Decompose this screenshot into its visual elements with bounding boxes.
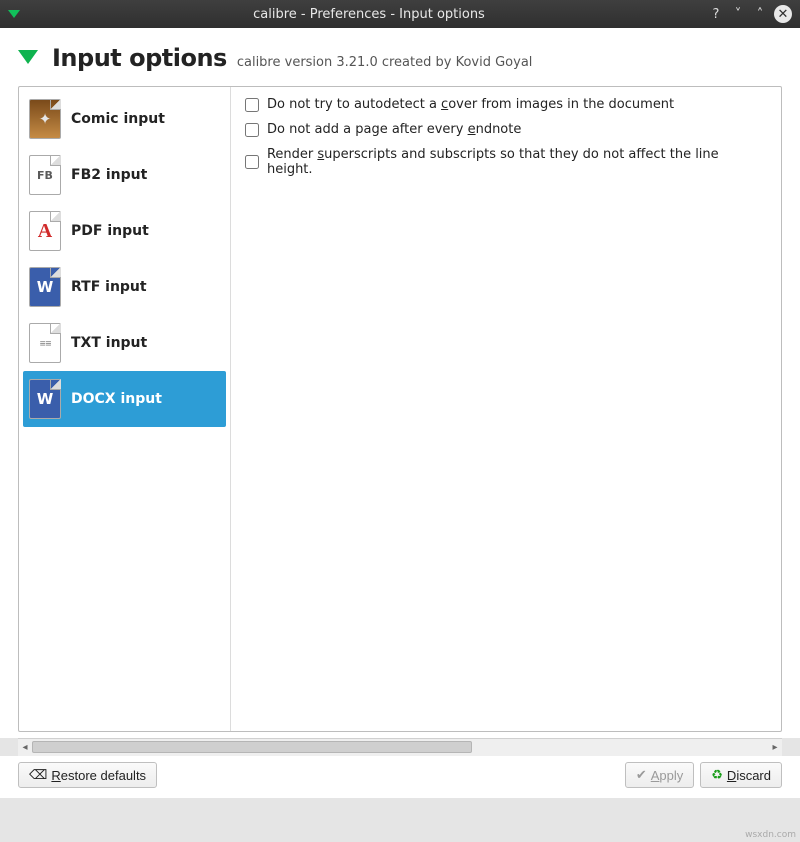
content-area: ✦ Comic input FB FB2 input A PDF input W… [0, 80, 800, 738]
help-button[interactable]: ? [708, 6, 724, 22]
sidebar-item-label: FB2 input [71, 167, 147, 183]
pdf-file-icon: A [29, 211, 61, 251]
checkbox-label: Render superscripts and subscripts so th… [267, 147, 767, 177]
sidebar-item-rtf[interactable]: W RTF input [23, 259, 226, 315]
sidebar-item-label: PDF input [71, 223, 149, 239]
sidebar-item-fb2[interactable]: FB FB2 input [23, 147, 226, 203]
option-no-endnote-page[interactable]: Do not add a page after every endnote [245, 122, 767, 137]
sidebar-item-pdf[interactable]: A PDF input [23, 203, 226, 259]
page-title: Input options [52, 44, 227, 72]
check-icon: ✔ [636, 767, 647, 783]
sidebar-item-docx[interactable]: W DOCX input [23, 371, 226, 427]
maximize-button[interactable]: ˄ [752, 6, 768, 22]
checkbox-label: Do not try to autodetect a cover from im… [267, 97, 674, 112]
apply-button[interactable]: ✔ Apply [625, 762, 694, 788]
docx-file-icon: W [29, 379, 61, 419]
format-sidebar[interactable]: ✦ Comic input FB FB2 input A PDF input W… [19, 87, 231, 731]
scroll-right-arrow-icon[interactable]: ▸ [768, 742, 782, 753]
scroll-left-arrow-icon[interactable]: ◂ [18, 742, 32, 753]
sidebar-item-label: RTF input [71, 279, 147, 295]
scroll-thumb[interactable] [32, 741, 472, 753]
app-icon [8, 10, 20, 18]
options-panel: Do not try to autodetect a cover from im… [231, 87, 781, 731]
close-button[interactable]: ✕ [774, 5, 792, 23]
discard-icon: ♻ [711, 767, 723, 783]
sidebar-item-txt[interactable]: ≡≡ TXT input [23, 315, 226, 371]
fb2-file-icon: FB [29, 155, 61, 195]
window-title: calibre - Preferences - Input options [30, 7, 708, 22]
sidebar-item-label: DOCX input [71, 391, 162, 407]
content-frame: ✦ Comic input FB FB2 input A PDF input W… [18, 86, 782, 732]
watermark: wsxdn.com [745, 830, 796, 840]
checkbox[interactable] [245, 155, 259, 169]
header-arrow-icon [18, 50, 38, 64]
comic-file-icon: ✦ [29, 99, 61, 139]
sidebar-item-comic[interactable]: ✦ Comic input [23, 91, 226, 147]
discard-button[interactable]: ♻ Discard [700, 762, 782, 788]
page-header: Input options calibre version 3.21.0 cre… [0, 28, 800, 80]
checkbox[interactable] [245, 98, 259, 112]
button-label: Apply [651, 768, 684, 783]
sidebar-item-label: Comic input [71, 111, 165, 127]
txt-file-icon: ≡≡ [29, 323, 61, 363]
minimize-button[interactable]: ˅ [730, 6, 746, 22]
rtf-file-icon: W [29, 267, 61, 307]
horizontal-scrollbar[interactable]: ◂ ▸ [18, 738, 782, 756]
title-bar: calibre - Preferences - Input options ? … [0, 0, 800, 28]
sidebar-item-label: TXT input [71, 335, 147, 351]
option-render-sub-sup[interactable]: Render superscripts and subscripts so th… [245, 147, 767, 177]
restore-icon: ⌫ [29, 767, 47, 783]
button-label: Restore defaults [51, 768, 146, 783]
footer-bar: ⌫ Restore defaults ✔ Apply ♻ Discard [0, 756, 800, 798]
checkbox-label: Do not add a page after every endnote [267, 122, 521, 137]
checkbox[interactable] [245, 123, 259, 137]
option-no-cover-autodetect[interactable]: Do not try to autodetect a cover from im… [245, 97, 767, 112]
page-subtitle: calibre version 3.21.0 created by Kovid … [237, 55, 533, 70]
button-label: Discard [727, 768, 771, 783]
restore-defaults-button[interactable]: ⌫ Restore defaults [18, 762, 157, 788]
